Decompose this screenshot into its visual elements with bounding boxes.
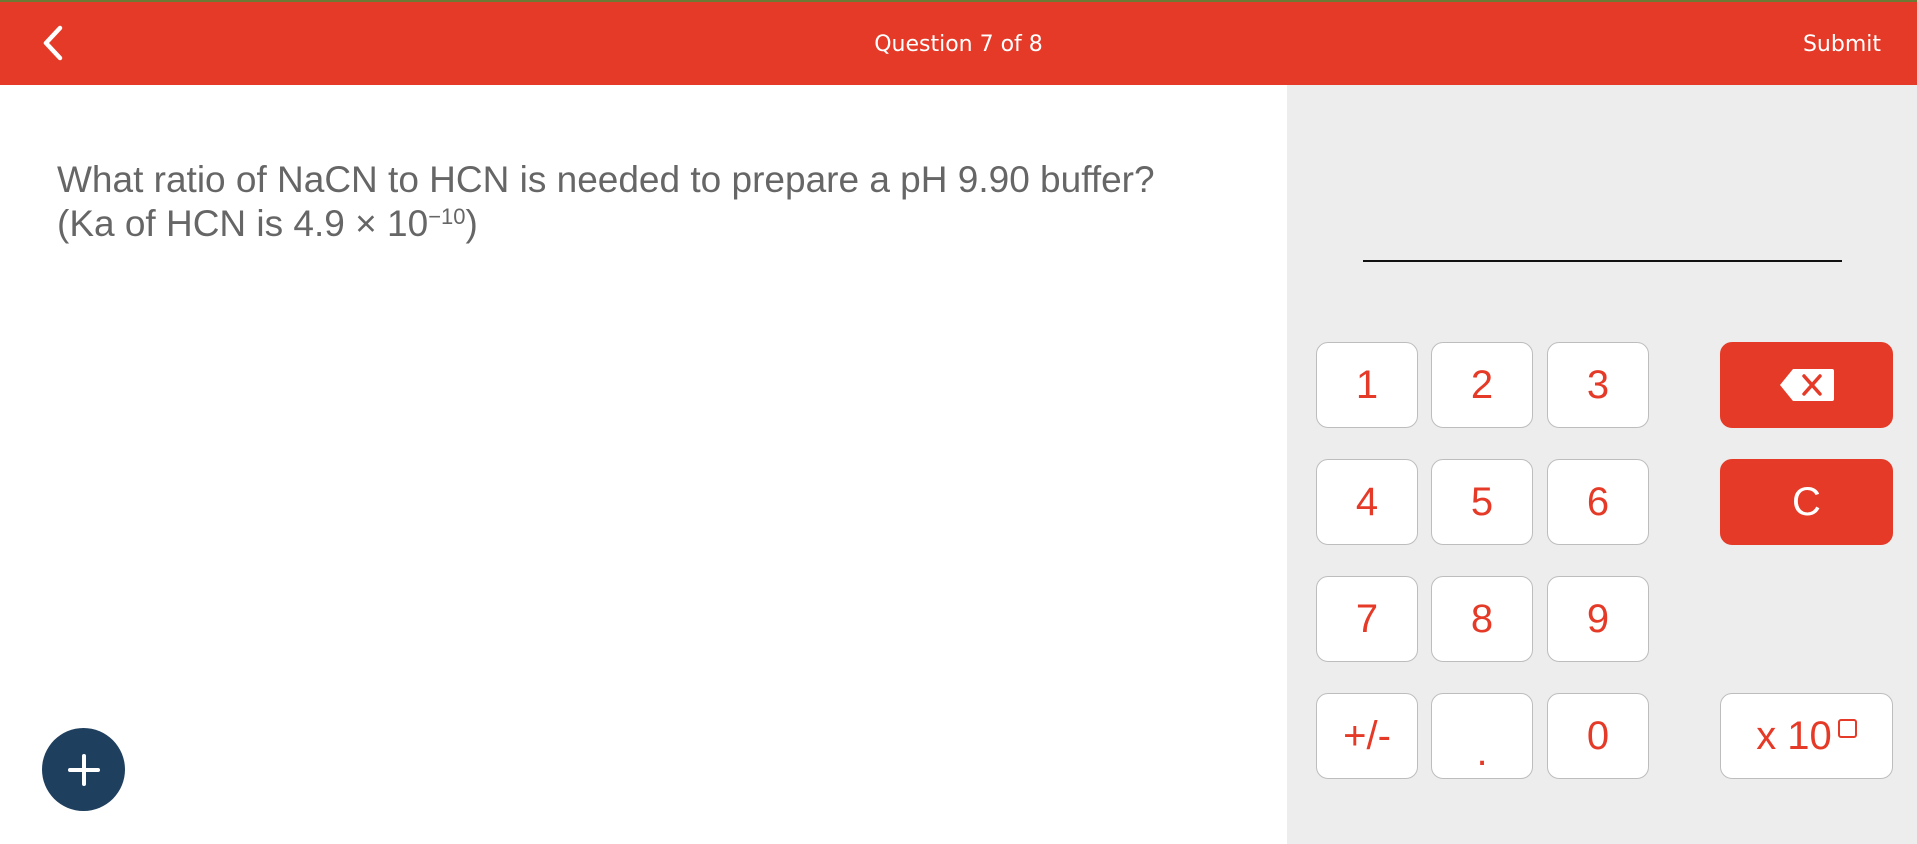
sci-notation-label: x 10 — [1756, 713, 1832, 758]
plus-minus-button[interactable]: +/- — [1316, 693, 1418, 779]
backspace-icon — [1779, 369, 1834, 401]
key-2[interactable]: 2 — [1431, 342, 1533, 428]
add-button[interactable] — [42, 728, 125, 811]
key-4[interactable]: 4 — [1316, 459, 1418, 545]
question-counter: Question 7 of 8 — [874, 32, 1043, 57]
submit-button[interactable]: Submit — [1803, 2, 1881, 88]
key-5[interactable]: 5 — [1431, 459, 1533, 545]
key-8[interactable]: 8 — [1431, 576, 1533, 662]
exponent-box-icon — [1837, 718, 1857, 738]
question-exponent: −10 — [428, 204, 466, 229]
question-line-2-prefix: (Ka of HCN is 4.9 × 10 — [57, 203, 429, 244]
key-7[interactable]: 7 — [1316, 576, 1418, 662]
decimal-button[interactable]: . — [1431, 693, 1533, 779]
key-6[interactable]: 6 — [1547, 459, 1649, 545]
question-line-2: (Ka of HCN is 4.9 × 10−10) — [57, 202, 1257, 246]
answer-underline — [1363, 260, 1842, 262]
key-1[interactable]: 1 — [1316, 342, 1418, 428]
backspace-button[interactable] — [1720, 342, 1893, 428]
key-9[interactable]: 9 — [1547, 576, 1649, 662]
header-bar: Question 7 of 8 Submit — [0, 2, 1917, 85]
plus-icon — [67, 753, 100, 786]
chevron-left-icon — [43, 25, 63, 61]
question-line-2-suffix: ) — [465, 203, 478, 244]
question-line-1: What ratio of NaCN to HCN is needed to p… — [57, 159, 1155, 200]
question-text: What ratio of NaCN to HCN is needed to p… — [57, 158, 1257, 246]
scientific-notation-button[interactable]: x 10 — [1720, 693, 1893, 779]
back-button[interactable] — [30, 20, 76, 66]
answer-display[interactable] — [1363, 205, 1842, 255]
decimal-label: . — [1476, 729, 1488, 774]
key-0[interactable]: 0 — [1547, 693, 1649, 779]
clear-button[interactable]: C — [1720, 459, 1893, 545]
key-3[interactable]: 3 — [1547, 342, 1649, 428]
